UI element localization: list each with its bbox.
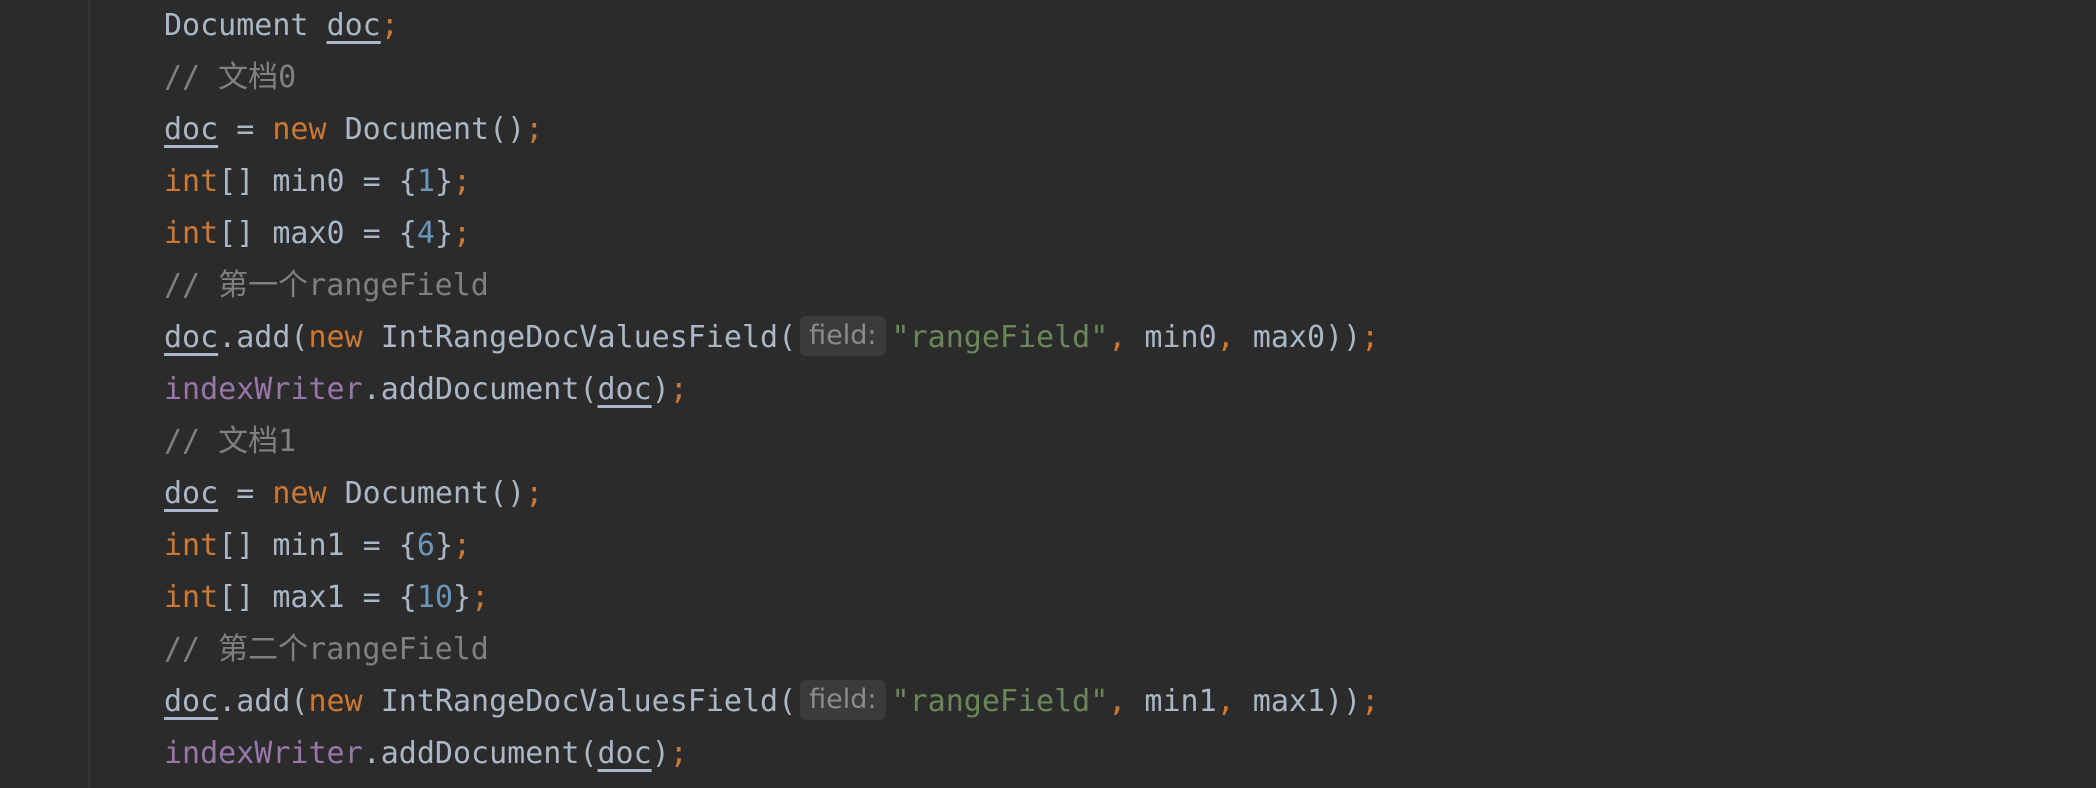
brace: }	[434, 216, 453, 251]
comment: // 第二个rangeField	[164, 632, 489, 667]
code-line[interactable]: int[] min0 = {1};	[164, 156, 1379, 208]
semicolon: ;	[453, 164, 472, 199]
code-line[interactable]: indexWriter.addDocument(doc);	[164, 364, 1379, 416]
method-call: .add(	[218, 684, 309, 719]
declaration: [] max1 = {	[218, 580, 417, 615]
keyword-new: new	[272, 112, 327, 147]
comment: // 第一个rangeField	[164, 268, 489, 303]
semicolon: ;	[669, 736, 688, 771]
comma: ,	[1216, 320, 1235, 355]
semicolon: ;	[525, 112, 544, 147]
operator: =	[218, 476, 273, 511]
keyword-new: new	[308, 684, 363, 719]
method-call: .add(	[218, 320, 309, 355]
brace: }	[434, 528, 453, 563]
semicolon: ;	[669, 372, 688, 407]
constructor-call: IntRangeDocValuesField(	[362, 320, 797, 355]
comment: // 文档0	[164, 60, 297, 95]
number-literal: 4	[416, 216, 435, 251]
semicolon: ;	[453, 216, 472, 251]
comment: // 文档1	[164, 424, 297, 459]
code-line[interactable]: // 第一个rangeField	[164, 260, 1379, 312]
variable-doc[interactable]: doc	[598, 736, 652, 771]
code-area[interactable]: Document doc; // 文档0 doc = new Document(…	[164, 0, 1379, 780]
brace: }	[453, 580, 472, 615]
code-line[interactable]: doc = new Document();	[164, 468, 1379, 520]
variable-doc[interactable]: doc	[598, 372, 652, 407]
comma: ,	[1216, 684, 1235, 719]
argument: min0	[1126, 320, 1217, 355]
code-line[interactable]: Document doc;	[164, 0, 1379, 52]
declaration: [] min0 = {	[218, 164, 417, 199]
argument: min1	[1126, 684, 1217, 719]
constructor-call: IntRangeDocValuesField(	[362, 684, 797, 719]
gutter-divider	[88, 0, 90, 788]
field-indexwriter[interactable]: indexWriter	[164, 736, 363, 771]
variable-doc[interactable]: doc	[164, 320, 218, 355]
argument: max0))	[1234, 320, 1362, 355]
field-indexwriter[interactable]: indexWriter	[164, 372, 363, 407]
variable-doc[interactable]: doc	[164, 476, 218, 511]
code-line[interactable]: // 文档0	[164, 52, 1379, 104]
keyword-int: int	[164, 216, 219, 251]
paren: )	[651, 736, 670, 771]
code-line[interactable]: doc = new Document();	[164, 104, 1379, 156]
keyword-int: int	[164, 164, 219, 199]
semicolon: ;	[453, 528, 472, 563]
keyword-new: new	[308, 320, 363, 355]
code-line[interactable]: int[] max1 = {10};	[164, 572, 1379, 624]
variable-doc[interactable]: doc	[164, 112, 218, 147]
method-call: .addDocument(	[362, 372, 598, 407]
constructor-call: Document()	[326, 112, 526, 147]
comma: ,	[1108, 684, 1127, 719]
code-line[interactable]: // 第二个rangeField	[164, 624, 1379, 676]
code-editor[interactable]: Document doc; // 文档0 doc = new Document(…	[0, 0, 2096, 788]
code-line[interactable]: doc.add(new IntRangeDocValuesField(field…	[164, 676, 1379, 728]
keyword-int: int	[164, 528, 219, 563]
code-line[interactable]: // 文档1	[164, 416, 1379, 468]
constructor-call: Document()	[326, 476, 526, 511]
semicolon: ;	[1361, 320, 1380, 355]
code-line[interactable]: int[] min1 = {6};	[164, 520, 1379, 572]
variable-doc[interactable]: doc	[164, 684, 218, 719]
semicolon: ;	[380, 8, 399, 43]
declaration: [] min1 = {	[218, 528, 417, 563]
type-name: Document	[164, 8, 309, 43]
parameter-hint: field:	[800, 680, 886, 720]
code-line[interactable]: int[] max0 = {4};	[164, 208, 1379, 260]
parameter-hint: field:	[800, 316, 886, 356]
operator: =	[218, 112, 273, 147]
comma: ,	[1108, 320, 1127, 355]
code-line[interactable]: doc.add(new IntRangeDocValuesField(field…	[164, 312, 1379, 364]
variable-doc[interactable]: doc	[327, 8, 381, 43]
number-literal: 10	[416, 580, 453, 615]
argument: max1))	[1234, 684, 1362, 719]
number-literal: 6	[416, 528, 435, 563]
string-literal: "rangeField"	[891, 320, 1109, 355]
paren: )	[651, 372, 670, 407]
number-literal: 1	[416, 164, 435, 199]
code-line[interactable]: indexWriter.addDocument(doc);	[164, 728, 1379, 780]
semicolon: ;	[471, 580, 490, 615]
semicolon: ;	[1361, 684, 1380, 719]
string-literal: "rangeField"	[891, 684, 1109, 719]
keyword-int: int	[164, 580, 219, 615]
brace: }	[434, 164, 453, 199]
semicolon: ;	[525, 476, 544, 511]
method-call: .addDocument(	[362, 736, 598, 771]
declaration: [] max0 = {	[218, 216, 417, 251]
keyword-new: new	[272, 476, 327, 511]
